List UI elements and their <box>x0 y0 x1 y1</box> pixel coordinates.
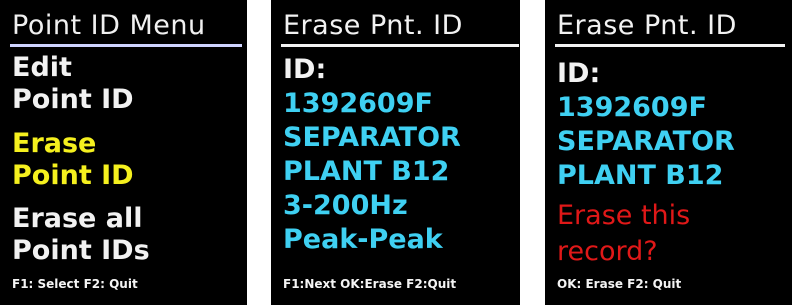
title-underline <box>281 44 519 47</box>
point-id-menu-screen: Point ID Menu Edit Point ID Erase Point … <box>0 0 247 305</box>
erase-point-id-screen: Erase Pnt. ID ID: 1392609F SEPARATOR PLA… <box>271 0 520 305</box>
softkey-footer: OK: Erase F2: Quit <box>557 277 682 291</box>
point-id-measurement-type: Peak-Peak <box>283 224 443 255</box>
screen-title: Erase Pnt. ID <box>283 10 463 41</box>
erase-confirm-screen: Erase Pnt. ID ID: 1392609F SEPARATOR PLA… <box>545 0 792 305</box>
screen-title: Point ID Menu <box>12 10 206 41</box>
erase-confirm-prompt-line2: record? <box>557 236 658 267</box>
title-underline <box>10 44 242 47</box>
point-id-frequency-range: 3-200Hz <box>283 190 408 221</box>
erase-confirm-prompt-line1: Erase this <box>557 200 691 231</box>
screen-title: Erase Pnt. ID <box>557 10 737 41</box>
softkey-footer: F1: Select F2: Quit <box>12 277 138 291</box>
point-id-machine: SEPARATOR <box>283 122 461 153</box>
menu-item-label-line1: Erase all <box>12 203 143 234</box>
point-id-value: 1392609F <box>557 92 707 123</box>
menu-item-label-line2: Point IDs <box>12 235 150 266</box>
menu-item-label-line1: Edit <box>12 52 72 83</box>
id-label: ID: <box>557 58 601 89</box>
menu-item-label-line2: Point ID <box>12 160 134 191</box>
menu-item-label-line2: Point ID <box>12 84 134 115</box>
softkey-footer: F1:Next OK:Erase F2:Quit <box>283 277 457 291</box>
menu-item-edit-point-id[interactable]: Edit Point ID <box>12 52 134 116</box>
point-id-location: PLANT B12 <box>557 160 724 191</box>
title-underline <box>555 44 785 47</box>
point-id-value: 1392609F <box>283 88 433 119</box>
point-id-location: PLANT B12 <box>283 156 450 187</box>
id-label: ID: <box>283 54 327 85</box>
point-id-machine: SEPARATOR <box>557 126 735 157</box>
menu-item-erase-point-id[interactable]: Erase Point ID <box>12 128 134 192</box>
menu-item-label-line1: Erase <box>12 128 97 159</box>
menu-item-erase-all-point-ids[interactable]: Erase all Point IDs <box>12 203 150 267</box>
